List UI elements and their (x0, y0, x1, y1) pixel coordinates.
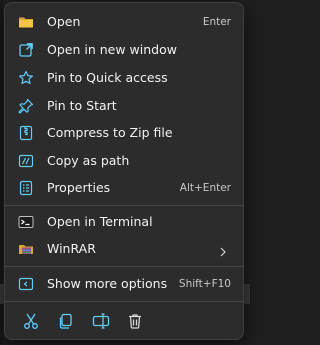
folder-icon (18, 14, 34, 30)
menu-item-pin-to-quick-access[interactable]: Pin to Quick access (9, 65, 239, 91)
menu-item-label: WinRAR (47, 241, 96, 256)
rename-icon (92, 313, 110, 329)
menu-separator (5, 205, 243, 206)
scissors-icon (24, 313, 38, 329)
menu-item-shortcut: Alt+Enter (179, 182, 231, 194)
rename-button[interactable] (91, 311, 111, 331)
menu-separator (5, 301, 243, 302)
properties-icon (18, 180, 34, 196)
copy-path-icon (18, 153, 34, 169)
terminal-icon (18, 214, 34, 230)
menu-item-label: Pin to Start (47, 98, 117, 113)
quick-actions-bar (9, 305, 239, 337)
star-icon (18, 70, 34, 86)
context-menu: Open Enter Open in new window Pin to Qui… (4, 2, 244, 340)
menu-item-shortcut: Enter (202, 16, 231, 28)
menu-item-label: Show more options (47, 276, 168, 291)
menu-item-compress-to-zip[interactable]: Compress to Zip file (9, 120, 239, 146)
copy-icon (59, 313, 72, 329)
trash-icon (129, 314, 141, 329)
chevron-right-icon (217, 243, 229, 257)
menu-item-label: Open in Terminal (47, 214, 153, 229)
menu-item-show-more-options[interactable]: Show more options Shift+F10 (9, 271, 239, 297)
delete-button[interactable] (125, 311, 145, 331)
winrar-icon (18, 241, 34, 257)
pin-icon (18, 98, 34, 114)
menu-item-label: Compress to Zip file (47, 125, 173, 140)
menu-item-label: Properties (47, 180, 111, 195)
menu-item-winrar[interactable]: WinRAR (9, 236, 239, 262)
menu-item-label: Copy as path (47, 153, 130, 168)
more-options-icon (18, 276, 34, 292)
menu-item-open-in-terminal[interactable]: Open in Terminal (9, 209, 239, 235)
zip-icon (18, 125, 34, 141)
menu-separator (5, 266, 243, 267)
open-new-window-icon (18, 42, 34, 58)
menu-item-label: Open in new window (47, 42, 177, 57)
menu-item-label: Pin to Quick access (47, 70, 168, 85)
menu-item-copy-as-path[interactable]: Copy as path (9, 148, 239, 174)
menu-item-shortcut: Shift+F10 (178, 278, 231, 290)
menu-item-label: Open (47, 14, 81, 29)
menu-item-properties[interactable]: Properties Alt+Enter (9, 175, 239, 201)
menu-item-pin-to-start[interactable]: Pin to Start (9, 93, 239, 119)
menu-item-open[interactable]: Open Enter (9, 9, 239, 35)
copy-button[interactable] (56, 311, 76, 331)
menu-item-open-in-new-window[interactable]: Open in new window (9, 37, 239, 63)
cut-button[interactable] (21, 311, 41, 331)
